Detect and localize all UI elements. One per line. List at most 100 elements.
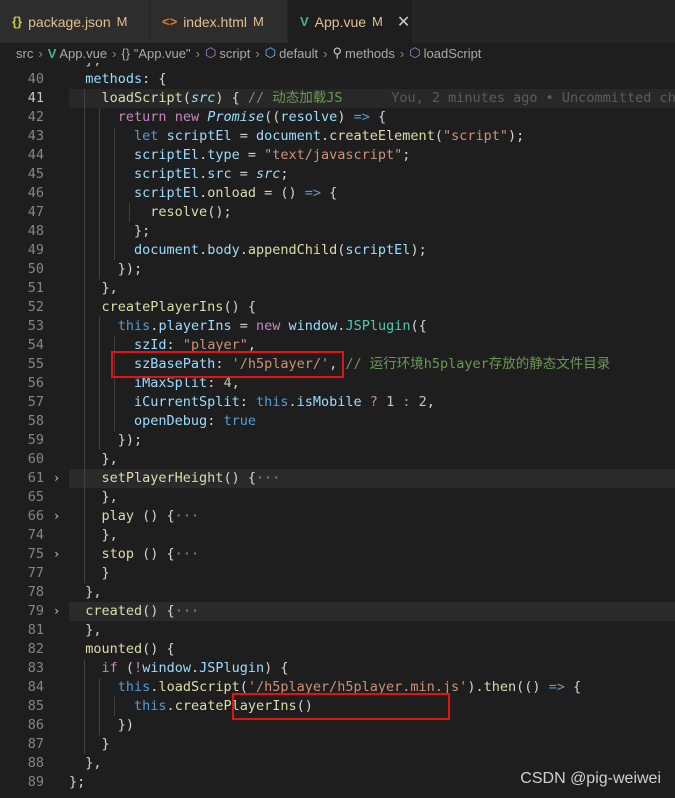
- code-editor[interactable]: },40 methods: {41 loadScript(src) { // 动…: [0, 63, 675, 798]
- html-file-icon: <>: [162, 14, 178, 29]
- fold-chevron-icon[interactable]: ›: [53, 507, 65, 526]
- line-number: 74: [27, 527, 44, 543]
- code-text: },: [69, 63, 101, 70]
- line-number: 84: [27, 679, 44, 695]
- line-number: 49: [27, 242, 44, 258]
- fold-chevron-icon[interactable]: ›: [53, 602, 65, 621]
- code-line[interactable]: 59 });: [0, 431, 675, 450]
- code-line[interactable]: 75 › stop () {···: [0, 545, 675, 564]
- git-blame-annotation: You, 2 minutes ago • Uncommitted chang: [342, 90, 675, 106]
- fold-chevron-icon[interactable]: ›: [53, 545, 65, 564]
- code-text: scriptEl.type = "text/javascript";: [134, 147, 411, 163]
- breadcrumb-item-file[interactable]: App.vue: [59, 46, 107, 61]
- code-text: scriptEl.onload = () => {: [134, 185, 338, 201]
- code-line[interactable]: 51 },: [0, 279, 675, 298]
- code-line[interactable]: 58 openDebug: true: [0, 412, 675, 431]
- line-number: 46: [27, 185, 44, 201]
- line-number: 44: [27, 147, 44, 163]
- code-line[interactable]: 53 this.playerIns = new window.JSPlugin(…: [0, 317, 675, 336]
- code-text: }): [69, 717, 135, 733]
- code-line[interactable]: 47 resolve();: [0, 203, 675, 222]
- code-text: },: [69, 527, 118, 543]
- code-text: };: [69, 774, 86, 790]
- code-text: created() {···: [85, 603, 200, 619]
- line-number: 82: [27, 641, 44, 657]
- code-text: scriptEl.src = src;: [134, 166, 289, 182]
- code-text: iCurrentSplit: this.isMobile ? 1 : 2,: [134, 394, 435, 410]
- code-line[interactable]: },: [0, 63, 675, 70]
- code-line[interactable]: 41 loadScript(src) { // 动态加载JS You, 2 mi…: [0, 89, 675, 108]
- line-number: 51: [27, 280, 44, 296]
- line-number: 65: [27, 489, 44, 505]
- code-line[interactable]: 49 document.body.appendChild(scriptEl);: [0, 241, 675, 260]
- line-number: 53: [27, 318, 44, 334]
- fold-chevron-icon[interactable]: ›: [53, 469, 65, 488]
- code-text: });: [69, 432, 143, 448]
- code-line[interactable]: 74 },: [0, 526, 675, 545]
- line-number: 56: [27, 375, 44, 391]
- code-text: stop () {···: [101, 546, 200, 562]
- code-line[interactable]: 78 },: [0, 583, 675, 602]
- breadcrumb-item-script[interactable]: script: [219, 46, 250, 61]
- editor-tab-bar: {} package.json M <> index.html M V App.…: [0, 0, 675, 43]
- watermark: CSDN @pig-weiwei: [520, 770, 661, 787]
- close-icon[interactable]: ✕: [397, 12, 410, 32]
- method-cube-icon: ⬡: [409, 45, 421, 60]
- code-text: document.body.appendChild(scriptEl);: [134, 242, 427, 258]
- tab-package-json[interactable]: {} package.json M: [0, 0, 150, 43]
- tab-app-vue[interactable]: V App.vue M ✕: [288, 0, 413, 43]
- code-line[interactable]: 61 › setPlayerHeight() {···: [0, 469, 675, 488]
- code-line[interactable]: 42 return new Promise((resolve) => {: [0, 108, 675, 127]
- code-line[interactable]: 46 scriptEl.onload = () => {: [0, 184, 675, 203]
- code-text: let scriptEl = document.createElement("s…: [134, 128, 525, 144]
- vue-file-icon: V: [300, 14, 309, 29]
- code-text: createPlayerIns() {: [101, 299, 256, 315]
- code-line[interactable]: 43 let scriptEl = document.createElement…: [0, 127, 675, 146]
- line-number: 55: [27, 356, 44, 372]
- line-number: 79: [27, 603, 44, 619]
- wrench-icon: ⚲: [332, 45, 343, 60]
- modified-badge: M: [372, 14, 383, 29]
- code-line[interactable]: 50 });: [0, 260, 675, 279]
- tab-label: App.vue: [314, 13, 367, 30]
- line-number: 77: [27, 565, 44, 581]
- code-text: },: [69, 584, 102, 600]
- line-number: 61: [27, 470, 44, 486]
- code-line[interactable]: 82 mounted() {: [0, 640, 675, 659]
- code-line[interactable]: 44 scriptEl.type = "text/javascript";: [0, 146, 675, 165]
- line-number: 87: [27, 736, 44, 752]
- chevron-right-icon: ›: [323, 45, 328, 61]
- code-line[interactable]: 81 },: [0, 621, 675, 640]
- chevron-right-icon: ›: [38, 45, 43, 61]
- code-line[interactable]: 66 › play () {···: [0, 507, 675, 526]
- code-line[interactable]: 83 if (!window.JSPlugin) {: [0, 659, 675, 678]
- line-number: 81: [27, 622, 44, 638]
- line-number: 86: [27, 717, 44, 733]
- code-line[interactable]: 45 scriptEl.src = src;: [0, 165, 675, 184]
- code-line[interactable]: 57 iCurrentSplit: this.isMobile ? 1 : 2,: [0, 393, 675, 412]
- highlight-box-loadscript-path: [232, 693, 450, 720]
- tab-label: package.json: [28, 13, 111, 30]
- code-line[interactable]: 48 };: [0, 222, 675, 241]
- code-text: },: [69, 451, 118, 467]
- code-text: },: [69, 622, 102, 638]
- cube-icon: ⬡: [204, 45, 217, 60]
- code-line[interactable]: 65 },: [0, 488, 675, 507]
- code-text: mounted() {: [85, 641, 175, 657]
- vue-file-icon: V: [47, 45, 57, 61]
- breadcrumb-item-methods[interactable]: methods: [345, 46, 395, 61]
- code-line[interactable]: 52 createPlayerIns() {: [0, 298, 675, 317]
- breadcrumb-item-loadscript[interactable]: loadScript: [424, 46, 482, 61]
- breadcrumb-item-module[interactable]: {} "App.vue": [121, 46, 190, 61]
- line-number: 43: [27, 128, 44, 144]
- line-number: 58: [27, 413, 44, 429]
- code-line[interactable]: 79 › created() {···: [0, 602, 675, 621]
- code-line[interactable]: 77 }: [0, 564, 675, 583]
- tab-index-html[interactable]: <> index.html M: [150, 0, 288, 43]
- breadcrumb-item-src[interactable]: src: [16, 46, 33, 61]
- code-line[interactable]: 40 methods: {: [0, 70, 675, 89]
- breadcrumb-item-default[interactable]: default: [279, 46, 318, 61]
- code-text: loadScript(src) { // 动态加载JS You, 2 minut…: [69, 89, 675, 108]
- code-line[interactable]: 87 }: [0, 735, 675, 754]
- code-line[interactable]: 60 },: [0, 450, 675, 469]
